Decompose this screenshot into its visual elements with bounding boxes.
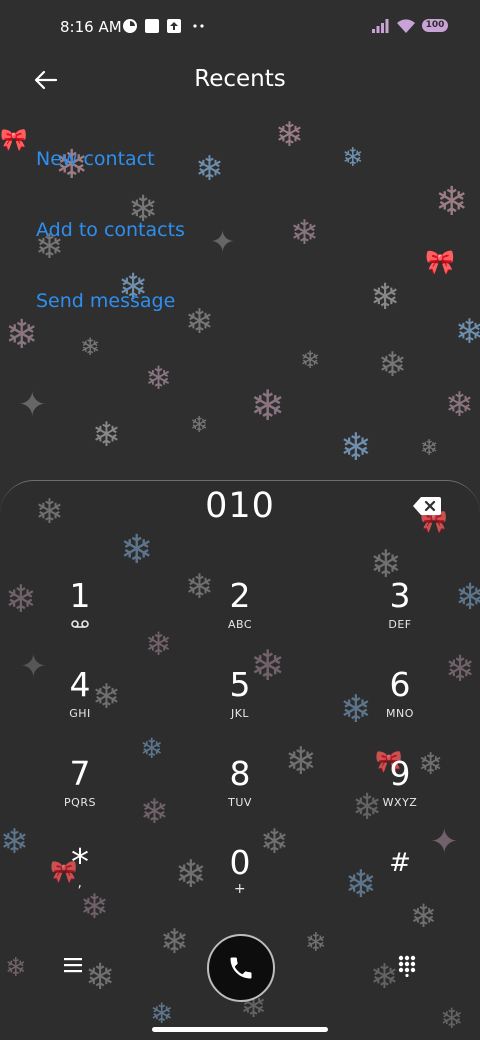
key-2[interactable]: 2 ABC [185, 578, 295, 658]
backspace-icon[interactable] [413, 496, 441, 516]
key-letters: GHI [69, 707, 91, 720]
more-dots-icon [193, 24, 204, 28]
phone-icon [230, 957, 252, 979]
key-letters: , [77, 875, 83, 891]
key-digit: 4 [69, 665, 91, 704]
key-digit: # [389, 848, 411, 878]
dialpad-toggle-icon[interactable] [398, 955, 416, 977]
key-letters: PQRS [64, 796, 96, 809]
key-7[interactable]: 7 PQRS [25, 756, 135, 836]
key-star[interactable]: * , [25, 845, 135, 925]
key-3[interactable]: 3 DEF [345, 578, 455, 658]
key-digit: 7 [69, 754, 91, 793]
key-digit: 2 [229, 576, 251, 615]
key-digit: 0 [229, 843, 251, 882]
key-digit: 6 [389, 665, 411, 704]
square-icon [145, 19, 159, 33]
vpn-icon [123, 19, 137, 33]
key-digit: 9 [389, 754, 411, 793]
key-letters: TUV [228, 796, 252, 809]
key-0[interactable]: 0 + [185, 845, 295, 925]
key-digit: 3 [389, 576, 411, 615]
battery-icon: 100 [422, 19, 448, 32]
key-5[interactable]: 5 JKL [185, 667, 295, 747]
key-letters: JKL [230, 707, 250, 720]
send-message-link[interactable]: Send message [36, 290, 175, 312]
key-6[interactable]: 6 MNO [345, 667, 455, 747]
status-time: 8:16 AM [60, 18, 122, 36]
key-digit: 5 [229, 665, 251, 704]
wifi-icon [397, 19, 415, 33]
menu-icon[interactable] [63, 956, 83, 974]
call-button[interactable] [207, 934, 275, 1002]
status-bar: 8:16 AM 100 [0, 0, 480, 56]
voicemail-icon [71, 620, 89, 628]
key-letters: + [233, 881, 247, 897]
key-letters: MNO [386, 707, 414, 720]
add-to-contacts-link[interactable]: Add to contacts [36, 219, 185, 241]
home-indicator[interactable] [152, 1027, 328, 1032]
new-contact-link[interactable]: New contact [36, 148, 155, 170]
key-4[interactable]: 4 GHI [25, 667, 135, 747]
key-letters: ABC [227, 618, 253, 631]
upload-icon [167, 19, 181, 33]
dialed-number: 010 [205, 486, 275, 526]
page-title: Recents [194, 66, 286, 92]
key-hash[interactable]: # [345, 845, 455, 925]
key-digit: 1 [69, 576, 91, 615]
key-letters: DEF [388, 618, 412, 631]
key-letters: WXYZ [382, 796, 418, 809]
key-1[interactable]: 1 [25, 578, 135, 658]
signal-icon [372, 19, 389, 33]
key-digit: 8 [229, 754, 251, 793]
key-8[interactable]: 8 TUV [185, 756, 295, 836]
key-9[interactable]: 9 WXYZ [345, 756, 455, 836]
